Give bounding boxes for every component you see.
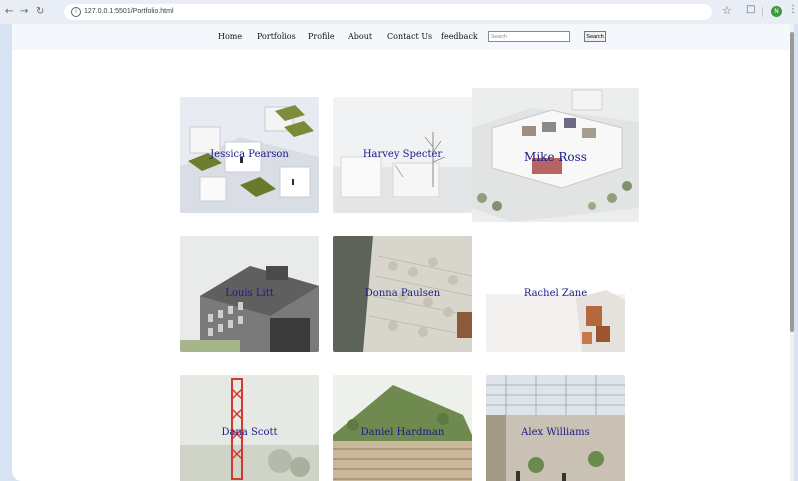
- portfolio-name: Louis Litt: [225, 288, 274, 299]
- url-text[interactable]: 127.0.0.1:5501/Portfolio.html: [84, 6, 174, 18]
- portfolio-card-dana-scott[interactable]: Dana Scott: [180, 375, 319, 481]
- portfolio-name: Donna Paulsen: [364, 288, 441, 299]
- nav-link-home[interactable]: Home: [218, 31, 242, 42]
- portfolio-name: Jessica Pearson: [210, 149, 289, 160]
- scrollbar-thumb[interactable]: [790, 32, 794, 332]
- portfolio-name: Daniel Hardman: [360, 427, 445, 438]
- bookmark-star-icon[interactable]: ☆: [722, 4, 732, 17]
- page-scrollbar[interactable]: [790, 24, 794, 481]
- address-bar[interactable]: i 127.0.0.1:5501/Portfolio.html: [64, 4, 712, 20]
- portfolio-card-alex-williams[interactable]: Alex Williams: [486, 375, 625, 481]
- extensions-icon[interactable]: □: [746, 4, 755, 15]
- page-viewport: Home Portfolios Profile About Contact Us…: [12, 24, 794, 481]
- portfolio-card-jessica-pearson[interactable]: Jessica Pearson: [180, 97, 319, 213]
- back-icon[interactable]: ←: [5, 5, 13, 19]
- forward-icon[interactable]: →: [20, 5, 28, 19]
- portfolio-card-louis-litt[interactable]: Louis Litt: [180, 236, 319, 352]
- browser-menu-icon[interactable]: ⋮: [788, 4, 798, 15]
- portfolio-card-daniel-hardman[interactable]: Daniel Hardman: [333, 375, 472, 481]
- portfolio-name: Alex Williams: [521, 427, 590, 438]
- nav-link-about[interactable]: About: [348, 31, 372, 42]
- portfolio-name: Harvey Specter: [362, 149, 443, 160]
- portfolio-card-donna-paulsen[interactable]: Donna Paulsen: [333, 236, 472, 352]
- nav-link-contact-us[interactable]: Contact Us: [387, 31, 432, 42]
- nav-link-profile[interactable]: Profile: [308, 31, 335, 42]
- nav-link-feedback[interactable]: feedback: [441, 31, 478, 42]
- portfolio-card-rachel-zane[interactable]: Rachel Zane: [486, 236, 625, 352]
- site-navbar: Home Portfolios Profile About Contact Us…: [12, 24, 790, 50]
- portfolio-name: Dana Scott: [221, 427, 278, 438]
- profile-avatar[interactable]: N: [771, 6, 782, 17]
- search-input[interactable]: [488, 31, 570, 42]
- portfolio-name: Mike Ross: [524, 150, 587, 164]
- toolbar-divider: [762, 7, 763, 17]
- portfolio-card-harvey-specter[interactable]: Harvey Specter: [333, 97, 472, 213]
- portfolio-name: Rachel Zane: [523, 288, 588, 299]
- reload-icon[interactable]: ↻: [36, 5, 44, 19]
- info-icon[interactable]: i: [71, 7, 81, 17]
- nav-link-portfolios[interactable]: Portfolios: [257, 31, 296, 42]
- portfolio-card-mike-ross[interactable]: Mike Ross: [472, 88, 639, 222]
- browser-toolbar: ← → ↻ i 127.0.0.1:5501/Portfolio.html ☆ …: [0, 0, 798, 24]
- search-button[interactable]: Search: [584, 31, 606, 42]
